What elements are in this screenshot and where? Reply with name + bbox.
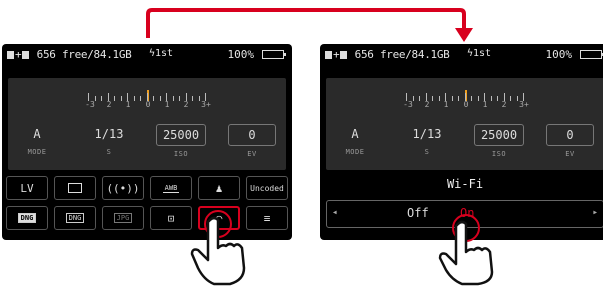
arrow-left-icon[interactable]: ◀: [333, 209, 337, 216]
profile-button[interactable]: ♟: [198, 176, 240, 200]
flow-arrow: [146, 8, 473, 42]
camera-screen-wifi: + 656 free/84.1GB ϟ1st 100% -3 2 1 0 1 2…: [320, 44, 603, 240]
battery-icon: [262, 50, 286, 59]
meter-labels: -3 2 1 0 1 2 3+: [85, 100, 211, 109]
timer-icon: ⊡: [167, 211, 175, 225]
dng-jpg-format-button[interactable]: DNG: [54, 206, 96, 230]
shutter-setting[interactable]: 1/13 S: [84, 124, 134, 156]
hand-pointer-icon: [438, 220, 494, 286]
metering-button[interactable]: ((•)): [102, 176, 144, 200]
ev-setting[interactable]: 0 EV: [546, 124, 594, 158]
wifi-title: Wi-Fi: [446, 177, 484, 191]
flash-status: ϟ1st: [149, 48, 174, 59]
exposure-panel: -3 2 1 0 1 2 3+ A MODE 1/13 S 25000 ISO …: [326, 78, 603, 170]
lens-code-button[interactable]: Uncoded: [246, 176, 288, 200]
dng-format-button[interactable]: DNG: [6, 206, 48, 230]
awb-button[interactable]: AWB: [150, 176, 192, 200]
frame-button[interactable]: [54, 176, 96, 200]
camera-screen-menu: + 656 free/84.1GB ϟ1st 100% -3 2 1 0 1 2…: [2, 44, 292, 240]
sd-card-icon: [325, 51, 332, 59]
sd-card-icon: [22, 51, 30, 59]
status-bar: + 656 free/84.1GB ϟ1st 100%: [6, 48, 288, 62]
metering-icon: ((•)): [106, 181, 140, 195]
exposure-panel: -3 2 1 0 1 2 3+ A MODE 1/13 S 25000 ISO …: [8, 78, 286, 170]
iso-setting[interactable]: 25000 ISO: [474, 124, 524, 158]
battery-icon: [580, 50, 603, 59]
flash-status: ϟ1st: [467, 48, 492, 59]
profile-icon: ♟: [215, 181, 223, 195]
timer-button[interactable]: ⊡: [150, 206, 192, 230]
menu-icon: ≡: [263, 211, 271, 225]
battery-percent: 100%: [227, 48, 255, 61]
battery-percent: 100%: [545, 48, 573, 61]
iso-setting[interactable]: 25000 ISO: [156, 124, 206, 158]
storage-info: 656 free/84.1GB: [36, 48, 132, 61]
shutter-setting[interactable]: 1/13 S: [402, 124, 452, 156]
status-bar: + 656 free/84.1GB ϟ1st 100%: [324, 48, 603, 62]
meter-labels: -3 2 1 0 1 2 3+: [403, 100, 529, 109]
hand-pointer-icon: [190, 216, 246, 286]
jpg-format-button[interactable]: JPG: [102, 206, 144, 230]
live-view-button[interactable]: LV: [6, 176, 48, 200]
ev-setting[interactable]: 0 EV: [228, 124, 276, 158]
wifi-option-off[interactable]: Off: [407, 206, 429, 220]
mode-setting[interactable]: A MODE: [12, 124, 62, 156]
storage-info: 656 free/84.1GB: [354, 48, 450, 61]
arrow-right-icon[interactable]: ▶: [593, 209, 597, 216]
frame-icon: [68, 183, 82, 193]
sd-card-icon: [340, 51, 348, 59]
mode-setting[interactable]: A MODE: [330, 124, 380, 156]
sd-card-icon: [7, 51, 14, 59]
